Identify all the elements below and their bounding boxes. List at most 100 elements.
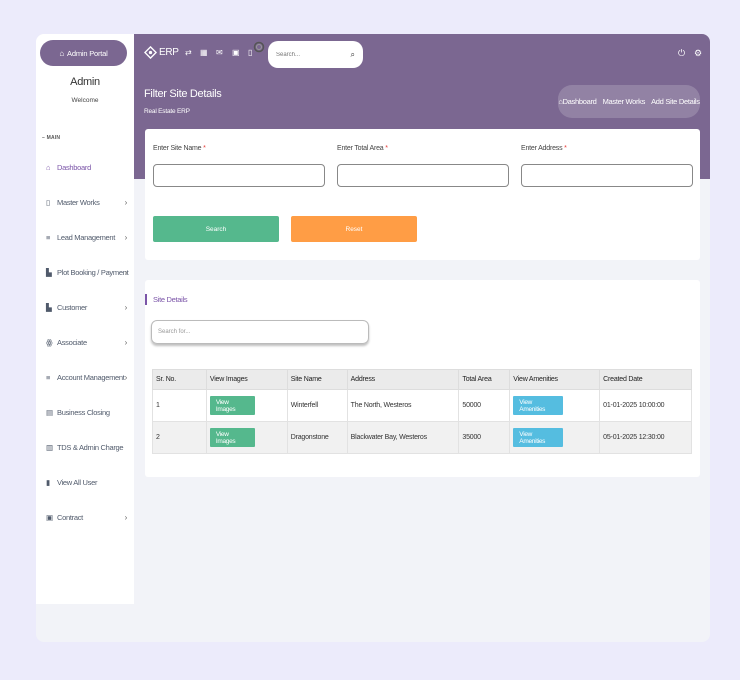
view-images-button[interactable]: View Images — [209, 428, 255, 447]
view-amenities-button[interactable]: View Amenities — [513, 396, 564, 415]
sidebar-item-associate[interactable]: ꙮ Associate › — [36, 325, 134, 360]
col-view-amenities: View Amenities — [509, 369, 601, 390]
reset-button[interactable]: Reset — [291, 216, 417, 242]
calculator-icon[interactable]: ▦ — [200, 48, 208, 57]
col-sr-no: Sr. No. — [152, 369, 207, 390]
book-icon: ▮ — [46, 478, 50, 487]
chevron-right-icon: › — [124, 303, 128, 312]
table-header-row: Sr. No. View Images Site Name Address To… — [152, 369, 692, 390]
list-icon: ≡ — [46, 373, 51, 382]
tablet-icon: ▯ — [46, 198, 50, 207]
sidebar-item-label: Dashboard — [57, 163, 91, 172]
address-input[interactable] — [521, 164, 693, 187]
home-icon: ⌂ — [59, 48, 65, 58]
briefcase-icon: ▣ — [46, 513, 53, 522]
menu-section-label: – MAIN — [42, 135, 61, 141]
search-icon[interactable]: ⌕ — [351, 50, 355, 60]
erp-logo-icon — [144, 46, 157, 59]
list-icon: ≡ — [46, 233, 51, 242]
logo-text: ERP — [159, 47, 179, 58]
sidebar-item-label: Customer — [57, 303, 88, 312]
address-label: Enter Address * — [521, 145, 567, 152]
welcome-text: Welcome — [71, 97, 99, 104]
top-search-box: ⌕ — [268, 41, 363, 68]
admin-portal-button[interactable]: ⌂ Admin Portal — [40, 40, 127, 66]
cell-total-area: 50000 — [458, 389, 511, 422]
chevron-right-icon: › — [124, 268, 128, 277]
sidebar-item-label: Plot Booking / Payment — [57, 268, 129, 277]
page-title: Filter Site Details — [144, 88, 222, 100]
sidebar-item-label: Business Closing — [57, 408, 110, 417]
site-details-table: Sr. No. View Images Site Name Address To… — [152, 369, 692, 454]
sidebar-item-label: Contract — [57, 513, 83, 522]
buildings-icon: ▙ — [46, 268, 52, 277]
power-icon[interactable]: ⏻ — [678, 48, 685, 59]
sidebar-item-label: Associate — [57, 338, 87, 347]
site-details-title: Site Details — [145, 294, 188, 305]
sidebar-item-customer[interactable]: ▙ Customer › — [36, 290, 134, 325]
top-search-input[interactable] — [276, 51, 336, 58]
sidebar-item-contract[interactable]: ▣ Contract › — [36, 500, 134, 535]
sidebar-item-plot-booking[interactable]: ▙ Plot Booking / Payment › — [36, 255, 134, 290]
sidebar-item-dashboard[interactable]: ⌂ Dashboard — [36, 150, 134, 185]
mail-icon[interactable]: ✉ — [216, 48, 223, 57]
sidebar-menu: ⌂ Dashboard ▯ Master Works › ≡ Lead Mana… — [36, 150, 134, 535]
cell-site-name: Dragonstone — [286, 421, 348, 454]
sidebar-item-lead-management[interactable]: ≡ Lead Management › — [36, 220, 134, 255]
col-view-images: View Images — [205, 369, 288, 390]
ledger-icon: ▤ — [46, 408, 53, 417]
sidebar-item-tds-admin-charge[interactable]: ▥ TDS & Admin Charge — [36, 430, 134, 465]
breadcrumb: ⌂Dashboard Master Works Add Site Details — [558, 85, 700, 118]
search-button[interactable]: Search — [153, 216, 279, 242]
site-name-label: Enter Site Name * — [153, 145, 206, 152]
app-frame: ⌂ Admin Portal Admin Welcome – MAIN ⌂ Da… — [36, 34, 710, 642]
view-images-button[interactable]: View Images — [209, 396, 255, 415]
view-amenities-button[interactable]: View Amenities — [513, 428, 564, 447]
site-name-input[interactable] — [153, 164, 325, 187]
sidebar-item-view-all-user[interactable]: ▮ View All User — [36, 465, 134, 500]
breadcrumb-add-site-details[interactable]: Add Site Details — [651, 97, 700, 106]
cell-created-date: 01-01-2025 10:00:00 — [599, 389, 692, 422]
site-details-card: Site Details Search for... Sr. No. View … — [145, 280, 700, 477]
col-site-name: Site Name — [286, 369, 348, 390]
receipt-icon: ▥ — [46, 443, 53, 452]
gear-icon[interactable]: ⚙ — [694, 48, 702, 59]
sidebar-item-business-closing[interactable]: ▤ Business Closing — [36, 395, 134, 430]
chevron-right-icon: › — [124, 233, 128, 242]
cell-sr: 2 — [152, 421, 207, 454]
sidebar-item-label: Lead Management — [57, 233, 116, 242]
table-row: 2 View Images Dragonstone Blackwater Bay… — [152, 421, 692, 454]
table-row: 1 View Images Winterfell The North, West… — [152, 389, 692, 422]
cell-address: Blackwater Bay, Westeros — [346, 421, 460, 454]
table-search-input[interactable]: Search for... — [151, 320, 369, 344]
sidebar-item-label: Account Management — [57, 373, 125, 382]
users-icon: ꙮ — [46, 338, 53, 347]
col-total-area: Total Area — [458, 369, 511, 390]
sidebar-item-account-management[interactable]: ≡ Account Management › — [36, 360, 134, 395]
chevron-right-icon: › — [124, 513, 128, 522]
cell-total-area: 35000 — [458, 421, 511, 454]
chevron-right-icon: › — [124, 338, 128, 347]
col-address: Address — [346, 369, 460, 390]
sidebar-item-label: View All User — [57, 478, 98, 487]
home-icon: ⌂ — [46, 163, 51, 172]
id-card-icon[interactable]: ▣ — [232, 48, 240, 57]
cell-created-date: 05-01-2025 12:30:00 — [599, 421, 692, 454]
user-name: Admin — [70, 76, 100, 88]
cell-site-name: Winterfell — [286, 389, 348, 422]
total-area-label: Enter Total Area * — [337, 145, 388, 152]
col-created-date: Created Date — [599, 369, 692, 390]
sidebar-item-label: TDS & Admin Charge — [57, 443, 124, 452]
filter-card: Enter Site Name * Enter Total Area * Ent… — [145, 129, 700, 260]
breadcrumb-master-works[interactable]: Master Works — [603, 97, 646, 106]
cell-address: The North, Westeros — [346, 389, 460, 422]
breadcrumb-dashboard[interactable]: ⌂Dashboard — [558, 97, 597, 106]
admin-portal-label: Admin Portal — [67, 48, 108, 58]
swap-icon[interactable]: ⇄ — [185, 48, 192, 57]
sidebar-item-master-works[interactable]: ▯ Master Works › — [36, 185, 134, 220]
cell-sr: 1 — [152, 389, 207, 422]
total-area-input[interactable] — [337, 164, 509, 187]
building-icon: ▙ — [46, 303, 52, 312]
page-subtitle: Real Estate ERP — [144, 108, 190, 115]
document-icon[interactable]: ▯ — [248, 48, 252, 57]
